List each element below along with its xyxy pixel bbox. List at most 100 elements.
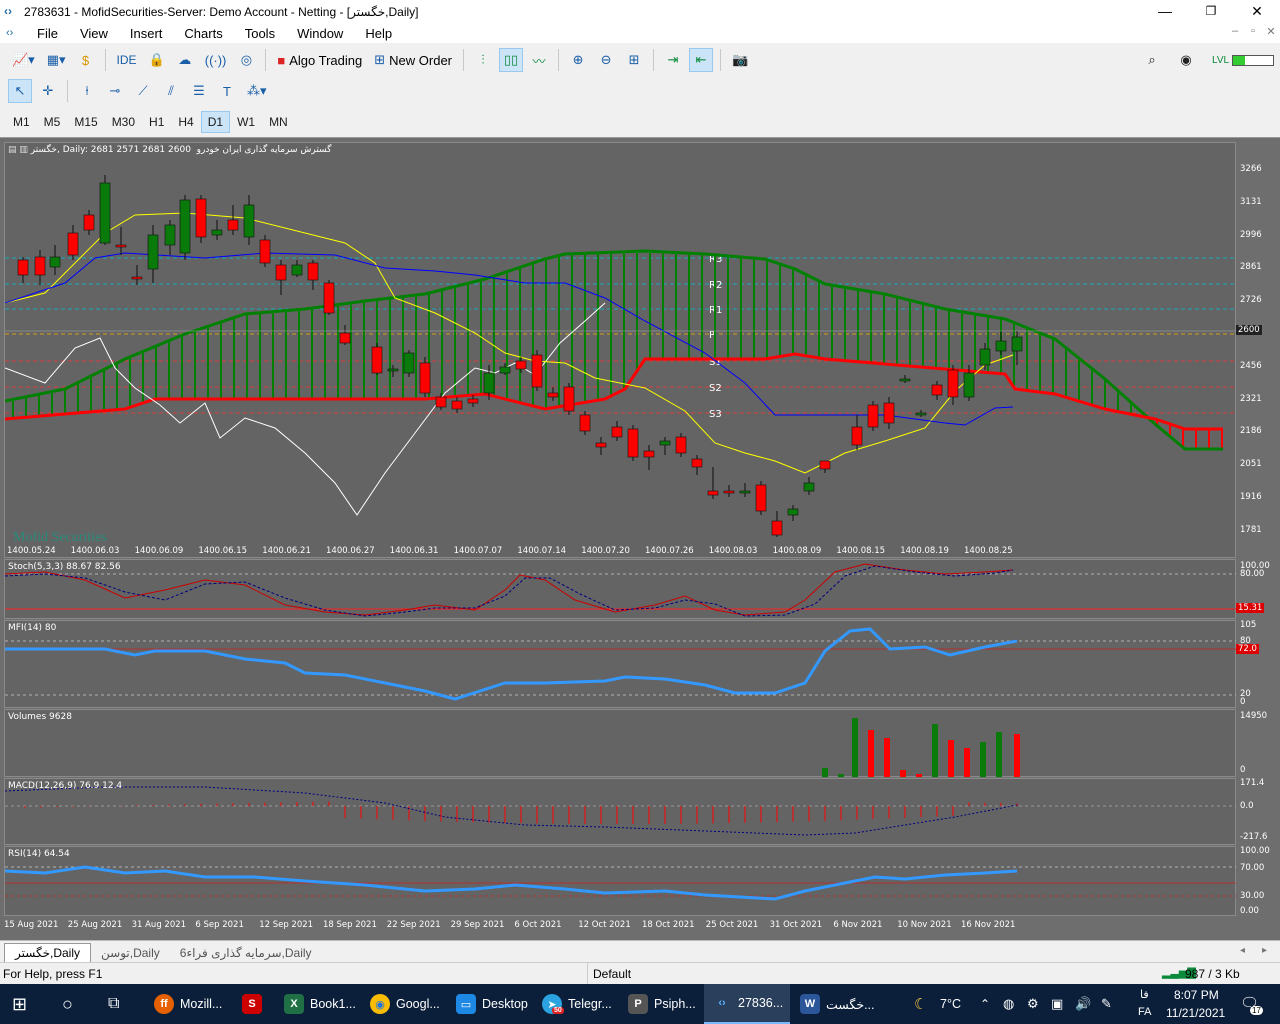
tab-scroll-right-icon[interactable]: ▸: [1262, 945, 1267, 956]
bar-chart-icon[interactable]: ⫶: [471, 48, 495, 72]
fibonacci-icon[interactable]: ☰: [187, 79, 211, 103]
close-button[interactable]: ✕: [1234, 0, 1280, 23]
taskbar-telegram[interactable]: ➤ 50 Telegr...: [542, 984, 612, 1024]
taskbar-firefox[interactable]: ff Mozill...: [154, 984, 222, 1024]
menu-window[interactable]: Window: [286, 26, 354, 41]
minimize-button[interactable]: —: [1142, 0, 1188, 23]
crosshair-icon[interactable]: ✛: [36, 79, 60, 103]
menu-charts[interactable]: Charts: [173, 26, 233, 41]
price-pane[interactable]: R3R2R1PS1S2S3 ▤ ▥ خگستر, Daily: 2681 257…: [4, 142, 1237, 558]
volumes-pane[interactable]: Volumes 9628: [4, 709, 1236, 777]
tab-chart-2[interactable]: توسن,Daily: [91, 944, 170, 962]
horizontal-line-icon[interactable]: ⊸: [103, 79, 127, 103]
time-tick: 16 Nov 2021: [961, 920, 1016, 930]
tray-volume-icon[interactable]: 🔊: [1075, 984, 1091, 1024]
tray-globe-icon[interactable]: ◍: [1003, 984, 1014, 1024]
shapes-icon[interactable]: ⁂▾: [243, 79, 271, 103]
tray-chevron-icon[interactable]: ⌃: [980, 984, 990, 1024]
taskbar-excel[interactable]: X Book1...: [284, 984, 356, 1024]
chart-window[interactable]: R3R2R1PS1S2S3 ▤ ▥ خگستر, Daily: 2681 257…: [0, 137, 1280, 940]
timeframe-mn[interactable]: MN: [262, 111, 295, 133]
menu-insert[interactable]: Insert: [119, 26, 174, 41]
vertical-line-icon[interactable]: ⍿: [75, 79, 99, 103]
toolbar-separator: [653, 49, 655, 71]
tray-network-icon[interactable]: ▣: [1051, 984, 1063, 1024]
language-top[interactable]: فا: [1140, 988, 1149, 1001]
cursor-icon[interactable]: ↖: [8, 79, 32, 103]
taskbar-word[interactable]: W خگست...: [800, 984, 874, 1024]
clock-date[interactable]: 11/21/2021: [1166, 1006, 1225, 1020]
menu-view[interactable]: View: [69, 26, 119, 41]
bull-candle: [499, 366, 511, 374]
account-icon[interactable]: ◉: [1174, 48, 1198, 72]
timeframe-m15[interactable]: M15: [67, 111, 104, 133]
task-view-icon[interactable]: ⧉: [108, 984, 119, 1024]
market-watch-icon[interactable]: $: [74, 48, 98, 72]
mdi-restore-icon[interactable]: ▫: [1246, 25, 1260, 39]
mdi-minimize-icon[interactable]: –: [1228, 25, 1242, 39]
channel-icon[interactable]: ⫽: [159, 79, 183, 103]
tray-vpn-icon[interactable]: ⚙: [1027, 984, 1039, 1024]
language-bottom[interactable]: FA: [1138, 1006, 1151, 1018]
rsi-pane[interactable]: RSI(14) 64.54: [4, 846, 1237, 916]
volume-bar: [868, 730, 874, 777]
taskbar-app-s[interactable]: S: [242, 984, 268, 1024]
timeframe-d1[interactable]: D1: [200, 111, 231, 133]
screenshot-icon[interactable]: 📷: [728, 48, 752, 72]
stochastic-pane[interactable]: Stoch(5,3,3) 88.67 82.56: [4, 559, 1237, 619]
new-order-button[interactable]: ⊞ New Order: [370, 48, 456, 72]
bear-candle: [339, 332, 351, 344]
time-tick: 29 Sep 2021: [450, 920, 505, 930]
timeframe-w1[interactable]: W1: [230, 111, 262, 133]
time-tick: 12 Oct 2021: [578, 920, 631, 930]
toolbar-separator: [720, 49, 722, 71]
chart-shift-icon[interactable]: ⇤: [689, 48, 714, 72]
tile-windows-icon[interactable]: ⊞: [622, 48, 646, 72]
maximize-button[interactable]: ❐: [1188, 0, 1234, 23]
lock-icon[interactable]: 🔒: [145, 48, 169, 72]
text-icon[interactable]: T: [215, 79, 239, 103]
menu-file[interactable]: File: [26, 26, 69, 41]
new-chart-icon[interactable]: 📈▾: [8, 48, 39, 72]
taskbar-metatrader[interactable]: ‹› 27836...: [704, 984, 790, 1024]
candlestick-chart-icon[interactable]: ▯▯: [499, 48, 524, 72]
taskbar-psiphon[interactable]: P Psiph...: [628, 984, 696, 1024]
clock-time[interactable]: 8:07 PM: [1174, 988, 1219, 1002]
bull-candle: [659, 440, 671, 446]
timeframe-m1[interactable]: M1: [6, 111, 37, 133]
line-chart-icon[interactable]: 〰: [527, 48, 551, 72]
mfi-pane[interactable]: MFI(14) 80: [4, 620, 1237, 708]
algo-trading-button[interactable]: ■ Algo Trading: [273, 48, 366, 72]
ide-button[interactable]: IDE: [113, 48, 141, 72]
search-circle-icon[interactable]: ○: [62, 984, 73, 1024]
macd-pane[interactable]: MACD(12,26,9) 76.9 12.4: [4, 778, 1237, 845]
tab-chart-3[interactable]: سرمایه گذاری فراء6,Daily: [170, 944, 322, 962]
timeframe-h1[interactable]: H1: [142, 111, 171, 133]
globe-icon[interactable]: ◎: [234, 48, 258, 72]
menu-help[interactable]: Help: [354, 26, 403, 41]
weather-temp[interactable]: 7°C: [940, 984, 961, 1024]
tab-chart-1[interactable]: خگستر,Daily: [4, 943, 92, 962]
chart-templates-icon[interactable]: ▦▾: [43, 48, 70, 72]
tab-scroll-left-icon[interactable]: ◂: [1240, 945, 1245, 956]
tray-pen-icon[interactable]: ✎: [1101, 984, 1112, 1024]
trendline-icon[interactable]: ⟋: [131, 79, 155, 103]
zoom-in-icon[interactable]: ⊕: [566, 48, 590, 72]
volume-bar: [822, 768, 828, 777]
taskbar-desktop[interactable]: ▭ Desktop: [456, 984, 528, 1024]
taskbar-chrome[interactable]: ◉ Googl...: [370, 984, 440, 1024]
auto-scroll-icon[interactable]: ⇥: [661, 48, 685, 72]
signal-icon[interactable]: ((·)): [201, 48, 231, 72]
bear-candle: [851, 426, 863, 446]
search-icon[interactable]: ⌕: [1140, 48, 1164, 72]
zoom-out-icon[interactable]: ⊖: [594, 48, 618, 72]
time-tick: 22 Sep 2021: [386, 920, 441, 930]
timeframe-h4[interactable]: H4: [171, 111, 200, 133]
mdi-close-icon[interactable]: ✕: [1264, 25, 1278, 39]
weather-icon[interactable]: ☾: [914, 984, 927, 1024]
cloud-icon[interactable]: ☁: [173, 48, 197, 72]
menu-tools[interactable]: Tools: [234, 26, 286, 41]
timeframe-m5[interactable]: M5: [37, 111, 68, 133]
windows-start-icon[interactable]: ⊞: [12, 984, 27, 1024]
timeframe-m30[interactable]: M30: [105, 111, 142, 133]
